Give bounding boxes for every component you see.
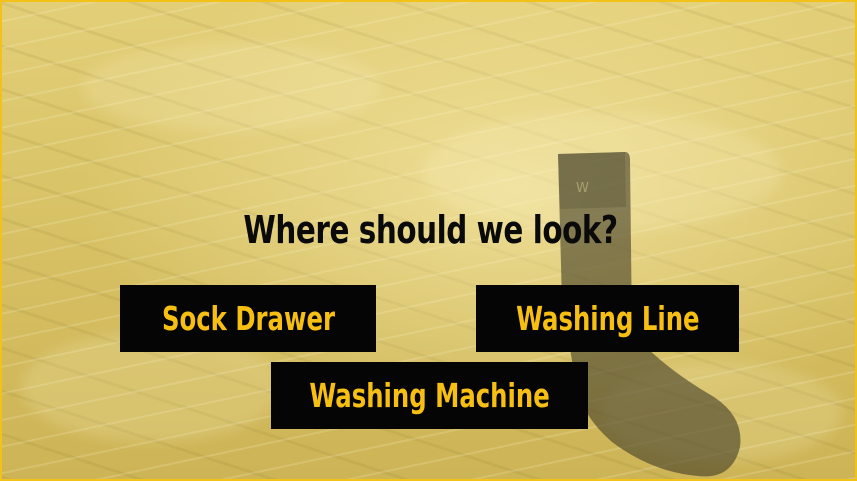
washing-machine-label: Washing Machine bbox=[309, 376, 550, 415]
question-heading: Where should we look? bbox=[243, 208, 618, 252]
svg-text:W: W bbox=[576, 181, 589, 196]
sock-drawer-label: Sock Drawer bbox=[161, 299, 335, 338]
washing-line-label: Washing Line bbox=[515, 299, 700, 338]
video-frame: W Where should we look? Sock Drawer Wash… bbox=[0, 0, 857, 481]
washing-machine-button[interactable]: Washing Machine bbox=[271, 362, 588, 429]
washing-line-button[interactable]: Washing Line bbox=[476, 285, 739, 352]
sock-drawer-button[interactable]: Sock Drawer bbox=[120, 285, 376, 352]
